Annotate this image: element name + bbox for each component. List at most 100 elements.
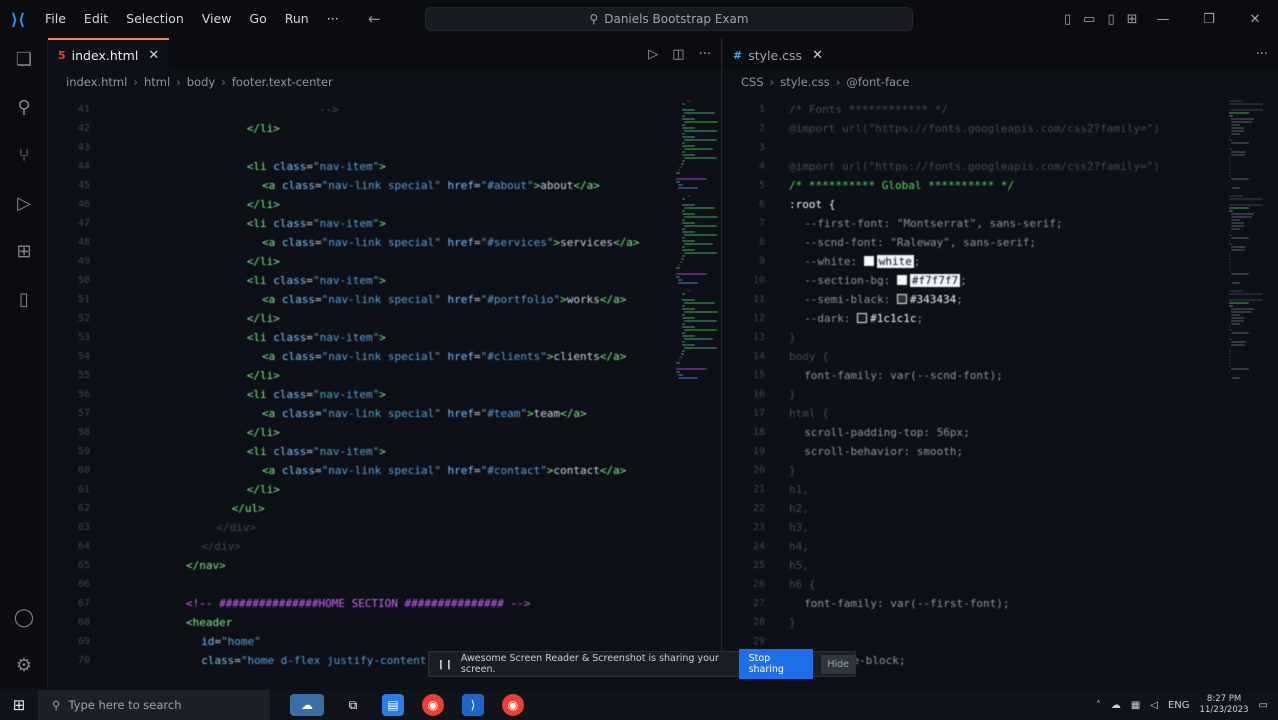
- source-control-icon[interactable]: ⑂: [12, 144, 36, 168]
- breadcrumb-item[interactable]: CSS: [741, 75, 764, 89]
- network-icon[interactable]: ▦: [1131, 700, 1140, 711]
- vscode-taskbar-icon[interactable]: ⟩: [462, 694, 484, 716]
- code-line: 64 </div>: [48, 537, 721, 556]
- color-swatch-icon[interactable]: [863, 256, 874, 266]
- breadcrumb-item[interactable]: @font-face: [846, 75, 909, 89]
- breadcrumb-item[interactable]: body: [187, 75, 215, 89]
- menu-item[interactable]: File: [36, 0, 75, 38]
- split-editor-icon[interactable]: ◫: [672, 47, 684, 62]
- minimap-line: [682, 124, 686, 126]
- minimap-line: [1229, 240, 1230, 242]
- back-arrow-icon[interactable]: ←: [368, 10, 381, 28]
- search-icon[interactable]: ⚲: [12, 96, 36, 120]
- close-window-icon[interactable]: ✕: [1232, 12, 1278, 27]
- code-line: 21 h1,: [723, 480, 1278, 499]
- breadcrumb-item[interactable]: footer.text-center: [232, 75, 333, 89]
- menu-item[interactable]: Go: [240, 0, 275, 38]
- hide-button[interactable]: Hide: [821, 654, 855, 674]
- command-center-search[interactable]: ⚲ Daniels Bootstrap Exam: [425, 7, 913, 31]
- cloud-icon[interactable]: ☁: [1111, 700, 1121, 711]
- close-tab-icon[interactable]: ✕: [148, 48, 159, 63]
- code-token: "home": [221, 635, 261, 648]
- code-token: class: [273, 445, 307, 458]
- stop-sharing-button[interactable]: Stop sharing: [738, 649, 814, 679]
- line-number: 3: [758, 142, 765, 153]
- windows-start-icon[interactable]: ⊞: [0, 696, 38, 714]
- minimap-line: [682, 160, 686, 162]
- tab-index-html[interactable]: 5 index.html ✕: [48, 38, 170, 70]
- line-number: 18: [752, 427, 765, 438]
- toggle-sidebar-icon[interactable]: ▯: [1064, 12, 1071, 27]
- breadcrumb-item[interactable]: index.html: [66, 75, 127, 89]
- chrome-icon[interactable]: ◉: [422, 694, 444, 716]
- more-actions-icon[interactable]: ···: [1256, 47, 1268, 62]
- breadcrumb: index.html › html › body › footer.text-center: [48, 70, 721, 94]
- bookmarks-icon[interactable]: ▯: [12, 288, 36, 312]
- code-token: body {: [789, 350, 829, 363]
- code-text: <li class="nav-item">: [247, 271, 386, 290]
- accounts-icon[interactable]: ◯: [12, 606, 36, 630]
- clock[interactable]: 8:27 PM 11/23/2023: [1200, 694, 1249, 716]
- line-number: 41: [77, 104, 90, 115]
- code-token: =: [315, 293, 322, 306]
- code-token: --first-font: "Montserrat", sans-serif;: [804, 217, 1063, 230]
- color-swatch-icon[interactable]: [896, 275, 907, 285]
- extensions-icon[interactable]: ⊞: [12, 240, 36, 264]
- explorer-icon[interactable]: ❏: [12, 48, 36, 72]
- code-token: "nav-link special": [321, 350, 448, 363]
- file-explorer-icon[interactable]: ▤: [382, 694, 404, 716]
- code-token: class: [273, 388, 307, 401]
- menu-item[interactable]: View: [193, 0, 241, 38]
- customize-layout-icon[interactable]: ⊞: [1127, 12, 1138, 27]
- menu-item[interactable]: Selection: [117, 0, 193, 38]
- code-token: =: [473, 236, 481, 249]
- code-token: "nav-item": [313, 217, 380, 230]
- notifications-icon[interactable]: ▭: [1259, 700, 1268, 711]
- menu-item[interactable]: Edit: [75, 0, 117, 38]
- run-icon[interactable]: ▷: [648, 47, 658, 62]
- minimap-line: [676, 273, 708, 275]
- menu-item[interactable]: ···: [318, 0, 348, 38]
- taskbar-search-placeholder: Type here to search: [68, 698, 182, 712]
- taskbar-search[interactable]: ⚲ Type here to search: [38, 690, 270, 720]
- chrome-profile-icon[interactable]: ◉: [502, 694, 524, 716]
- minimize-icon[interactable]: —: [1140, 12, 1186, 27]
- language-indicator[interactable]: ENG: [1168, 700, 1190, 711]
- code-token: scroll-behavior: smooth;: [804, 445, 964, 458]
- line-number: 1: [758, 104, 765, 115]
- minimap-line: [1230, 222, 1244, 224]
- code-line: 45 <a class="nav-link special" href="#abo…: [48, 176, 721, 195]
- toggle-secondary-sidebar-icon[interactable]: ▯: [1107, 12, 1114, 27]
- color-swatch-icon[interactable]: [896, 294, 907, 304]
- breadcrumb-item[interactable]: style.css: [780, 75, 830, 89]
- volume-icon[interactable]: ◁: [1150, 700, 1158, 711]
- minimap-left[interactable]: [662, 96, 719, 670]
- tray-chevron-icon[interactable]: ˄: [1096, 700, 1101, 711]
- breadcrumb-item[interactable]: html: [144, 75, 170, 89]
- tab-style-css[interactable]: # style.css ✕: [723, 38, 833, 70]
- code-editor-left[interactable]: 41 --> 42 </li> 43 44 <li class="nav-item"> 45…: [48, 96, 721, 670]
- menu-item[interactable]: Run: [276, 0, 318, 38]
- line-number: 53: [77, 332, 90, 343]
- toggle-panel-icon[interactable]: ▭: [1083, 12, 1095, 27]
- minimap-line: [682, 246, 686, 248]
- minimap-right[interactable]: [1223, 96, 1275, 670]
- settings-gear-icon[interactable]: ⚙: [12, 654, 36, 678]
- minimap-line: [682, 210, 686, 212]
- code-text: <li class="nav-item">: [247, 442, 386, 461]
- code-text: </li>: [247, 480, 280, 499]
- minimap-line: [1230, 249, 1245, 251]
- line-number: 69: [77, 636, 90, 647]
- color-swatch-icon[interactable]: [857, 313, 868, 323]
- code-editor-right[interactable]: 1 /* Fonts ************ */ 2 @import url("h…: [723, 96, 1278, 670]
- close-tab-icon[interactable]: ✕: [812, 48, 823, 63]
- run-debug-icon[interactable]: ▷: [12, 192, 36, 216]
- more-actions-icon[interactable]: ···: [699, 47, 711, 62]
- minimap-line: [1229, 163, 1231, 165]
- code-line: 54 <a class="nav-link special" href="#cli…: [48, 347, 721, 366]
- weather-widget-icon[interactable]: ☁: [290, 694, 324, 716]
- restore-icon[interactable]: ❐: [1186, 12, 1232, 27]
- task-view-icon[interactable]: ⧉: [342, 694, 364, 716]
- code-line: 23 h3,: [723, 518, 1278, 537]
- code-line: 10 --section-bg: #f7f7f7;: [723, 271, 1278, 290]
